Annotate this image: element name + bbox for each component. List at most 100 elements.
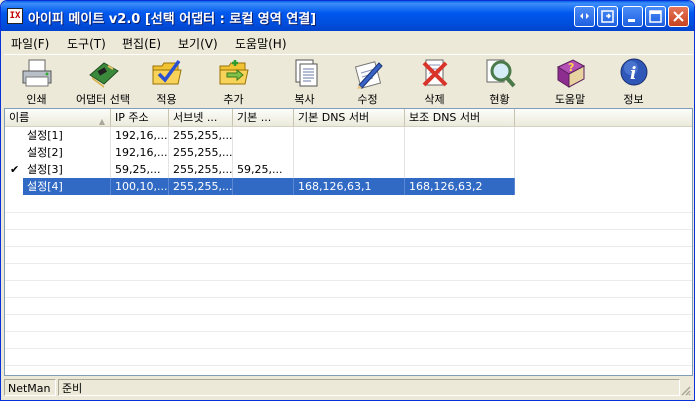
magnifier-icon: [486, 59, 516, 88]
svg-text:i: i: [630, 64, 636, 84]
maximize-button[interactable]: [645, 6, 666, 27]
cell-subnet: 255,255,...: [169, 144, 233, 161]
status-pane-app: NetMan: [4, 379, 56, 396]
delete-icon: [422, 59, 447, 87]
cell-subnet: 255,255,...: [169, 161, 233, 178]
title-bar[interactable]: IX 아이피 메이트 v2.0 [선택 어댑터 : 로컬 영역 연결]: [1, 1, 694, 31]
add-label: 추가: [223, 93, 244, 106]
status-label: 현황: [489, 93, 510, 106]
grid-line: [5, 348, 692, 349]
cell-subnet: 255,255,...: [169, 127, 233, 144]
network-card-icon: [89, 62, 119, 88]
table-row[interactable]: 설정[1] 192,16,... 255,255,...: [5, 127, 692, 144]
info-icon: i: [620, 58, 647, 86]
grid-line: [5, 365, 692, 366]
grid-line: [5, 229, 692, 230]
menu-view[interactable]: 보기(V): [178, 35, 218, 52]
column-ip[interactable]: IP 주소: [111, 109, 169, 126]
edit-button[interactable]: 수정: [345, 57, 390, 107]
cell-name: 설정[3]: [5, 161, 111, 178]
cell-name: 설정[2]: [5, 144, 111, 161]
restore-dock-button[interactable]: [597, 6, 618, 27]
edit-label: 수정: [357, 93, 378, 106]
cell-subnet: 255,255,...: [169, 178, 233, 195]
column-name-label: 이름: [9, 111, 30, 124]
cell-gateway: [233, 127, 294, 144]
cell-secondary-dns: 168,126,63,2: [405, 178, 515, 195]
select-adapter-label: 어댑터 선택: [75, 93, 131, 106]
help-button[interactable]: ? 도움말: [544, 57, 596, 107]
menu-tools[interactable]: 도구(T): [67, 35, 106, 52]
grid-line: [5, 297, 692, 298]
print-label: 인쇄: [26, 93, 47, 106]
cell-name: 설정[1]: [5, 127, 111, 144]
menu-help[interactable]: 도움말(H): [235, 35, 287, 52]
restore-dock-icon: [601, 10, 614, 23]
printer-icon: [22, 59, 51, 87]
help-book-icon: ?: [556, 59, 586, 88]
window-title: 아이피 메이트 v2.0 [선택 어댑터 : 로컬 영역 연결]: [28, 12, 317, 27]
profile-list[interactable]: 이름 ▲ IP 주소 서브넷 ... 기본 ... 기본 DNS 서버 보조 D…: [4, 108, 693, 376]
column-gateway[interactable]: 기본 ...: [233, 109, 294, 126]
cell-ip: 100,10,...: [111, 178, 169, 195]
cell-primary-dns: [294, 127, 405, 144]
svg-text:?: ?: [568, 61, 574, 74]
table-row[interactable]: 설정[2] 192,16,... 255,255,...: [5, 144, 692, 161]
column-secondary-dns[interactable]: 보조 DNS 서버: [405, 109, 515, 126]
grid-line: [5, 263, 692, 264]
grid-line: [5, 331, 692, 332]
app-icon: IX: [7, 8, 23, 24]
edit-pen-icon: [354, 61, 383, 89]
column-subnet[interactable]: 서브넷 ...: [169, 109, 233, 126]
dock-icon: [580, 13, 589, 19]
print-button[interactable]: 인쇄: [14, 57, 59, 107]
cell-ip: 59,25,...: [111, 161, 169, 178]
toolbar: 인쇄 어댑터 선택 적용 추가 복사 수정 삭제 현황 ? 도움말 i 정보: [4, 54, 693, 107]
help-label: 도움말: [554, 93, 586, 106]
status-button[interactable]: 현황: [477, 57, 522, 107]
status-bar: NetMan 준비: [4, 378, 693, 398]
copy-button[interactable]: 복사: [282, 57, 327, 107]
about-button[interactable]: i 정보: [611, 57, 656, 107]
delete-button[interactable]: 삭제: [412, 57, 457, 107]
maximize-icon: [649, 10, 662, 23]
delete-label: 삭제: [424, 93, 445, 106]
grid-line: [5, 246, 692, 247]
cell-ip: 192,16,...: [111, 127, 169, 144]
column-primary-dns[interactable]: 기본 DNS 서버: [294, 109, 405, 126]
menu-bar: 파일(F) 도구(T) 편집(E) 보기(V) 도움말(H): [4, 32, 693, 52]
cell-secondary-dns: [405, 127, 515, 144]
close-icon: [673, 11, 684, 22]
add-button[interactable]: 추가: [211, 57, 256, 107]
cell-primary-dns: [294, 144, 405, 161]
select-adapter-button[interactable]: 어댑터 선택: [70, 57, 136, 107]
grid-line: [5, 314, 692, 315]
sort-arrow-icon: ▲: [98, 117, 105, 126]
main-window: IX 아이피 메이트 v2.0 [선택 어댑터 : 로컬 영역 연결] 파일(F…: [0, 0, 695, 401]
cell-primary-dns: [294, 161, 405, 178]
cell-ip: 192,16,...: [111, 144, 169, 161]
copy-label: 복사: [294, 93, 315, 106]
cell-primary-dns: 168,126,63,1: [294, 178, 405, 195]
cell-gateway: [233, 178, 294, 195]
menu-edit[interactable]: 편집(E): [122, 35, 161, 52]
add-folder-icon: [219, 60, 249, 85]
table-row[interactable]: ✔ 설정[3] 59,25,... 255,255,... 59,25,...: [5, 161, 692, 178]
apply-button[interactable]: 적용: [144, 57, 189, 107]
list-header: 이름 ▲ IP 주소 서브넷 ... 기본 ... 기본 DNS 서버 보조 D…: [5, 109, 692, 127]
dock-button[interactable]: [574, 6, 595, 27]
grid-line: [5, 280, 692, 281]
resize-grip-icon[interactable]: [679, 384, 691, 396]
cell-gateway: 59,25,...: [233, 161, 294, 178]
apply-label: 적용: [156, 93, 177, 106]
cell-secondary-dns: [405, 144, 515, 161]
grid-line: [5, 212, 692, 213]
cell-secondary-dns: [405, 161, 515, 178]
minimize-button[interactable]: [622, 6, 643, 27]
cell-name: 설정[4]: [23, 178, 111, 195]
close-button[interactable]: [668, 6, 689, 27]
menu-file[interactable]: 파일(F): [11, 35, 49, 52]
cell-gateway: [233, 144, 294, 161]
table-row-selected[interactable]: 설정[4] 100,10,... 255,255,... 168,126,63,…: [5, 178, 692, 195]
column-name[interactable]: 이름 ▲: [5, 109, 111, 126]
